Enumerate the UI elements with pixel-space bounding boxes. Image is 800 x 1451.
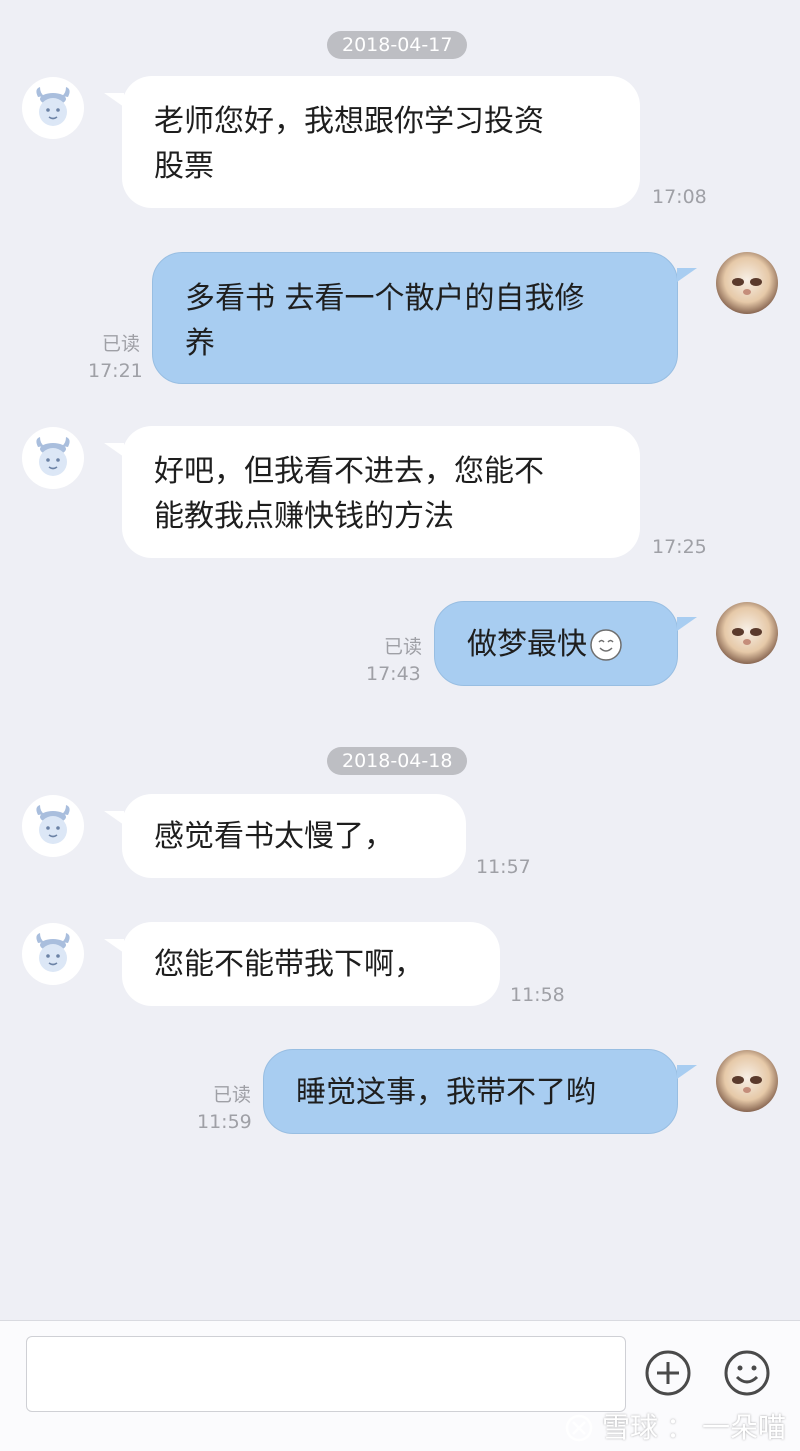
watermark: 雪球：一朵喵 [564, 1410, 786, 1446]
cat-photo-icon [716, 252, 778, 314]
message-text: 养 [185, 326, 215, 361]
message-bubble-outgoing[interactable]: 多看书 去看一个散户的自我修 养 [152, 252, 678, 384]
message-time: 17:08 [652, 186, 707, 208]
message-text: 做梦最快 [467, 627, 587, 662]
snowball-logo-icon [565, 1414, 593, 1442]
cat-photo-icon [716, 602, 778, 664]
message-text: 您能不能带我下啊， [154, 947, 424, 982]
message-text: 多看书 去看一个散户的自我修 [185, 281, 585, 316]
bubble-tail [104, 443, 124, 457]
smile-emoji-icon [590, 629, 622, 661]
message-time: 17:21 [88, 360, 143, 382]
my-avatar[interactable] [716, 602, 778, 664]
message-text: 感觉看书太慢了， [154, 819, 394, 854]
message-bubble-incoming[interactable]: 老师您好，我想跟你学习投资 股票 [122, 76, 640, 208]
plus-circle-icon[interactable] [643, 1348, 693, 1398]
watermark-brand: 雪球 [601, 1411, 658, 1444]
contact-avatar[interactable] [22, 923, 84, 985]
bubble-tail [104, 939, 124, 953]
message-bubble-outgoing[interactable]: 睡觉这事，我带不了哟 [263, 1049, 678, 1134]
message-text: 好吧，但我看不进去，您能不 [154, 454, 544, 489]
bubble-tail [677, 268, 697, 282]
message-time: 11:57 [476, 856, 531, 878]
message-time: 11:59 [197, 1111, 252, 1133]
cow-mascot-icon [36, 87, 70, 126]
message-bubble-outgoing[interactable]: 做梦最快 [434, 601, 678, 686]
cow-mascot-icon [36, 805, 70, 844]
cow-mascot-icon [36, 437, 70, 476]
message-time: 17:43 [366, 663, 421, 685]
message-text: 睡觉这事，我带不了哟 [296, 1075, 596, 1110]
bubble-tail [104, 811, 124, 825]
date-separator: 2018-04-17 [327, 31, 468, 59]
contact-avatar[interactable] [22, 427, 84, 489]
contact-avatar[interactable] [22, 795, 84, 857]
my-avatar[interactable] [716, 252, 778, 314]
message-input[interactable] [26, 1336, 626, 1412]
bubble-tail [677, 617, 697, 631]
message-bubble-incoming[interactable]: 您能不能带我下啊， [122, 922, 500, 1006]
smile-icon[interactable] [722, 1348, 772, 1398]
read-receipt: 已读 [383, 636, 422, 658]
message-bubble-incoming[interactable]: 感觉看书太慢了， [122, 794, 466, 878]
bubble-tail [677, 1065, 697, 1079]
read-receipt: 已读 [212, 1084, 251, 1106]
cat-photo-icon [716, 1050, 778, 1112]
message-time: 11:58 [510, 984, 565, 1006]
watermark-separator: ： [665, 1411, 694, 1444]
message-text: 能教我点赚快钱的方法 [154, 499, 454, 534]
contact-avatar[interactable] [22, 77, 84, 139]
cow-mascot-icon [36, 933, 70, 972]
my-avatar[interactable] [716, 1050, 778, 1112]
bubble-tail [104, 93, 124, 107]
message-text: 老师您好，我想跟你学习投资 [154, 104, 544, 139]
message-time: 17:25 [652, 536, 707, 558]
watermark-author: 一朵喵 [701, 1411, 786, 1444]
date-separator: 2018-04-18 [327, 747, 468, 775]
read-receipt: 已读 [101, 333, 140, 355]
message-bubble-incoming[interactable]: 好吧，但我看不进去，您能不 能教我点赚快钱的方法 [122, 426, 640, 558]
message-text: 股票 [154, 149, 214, 184]
